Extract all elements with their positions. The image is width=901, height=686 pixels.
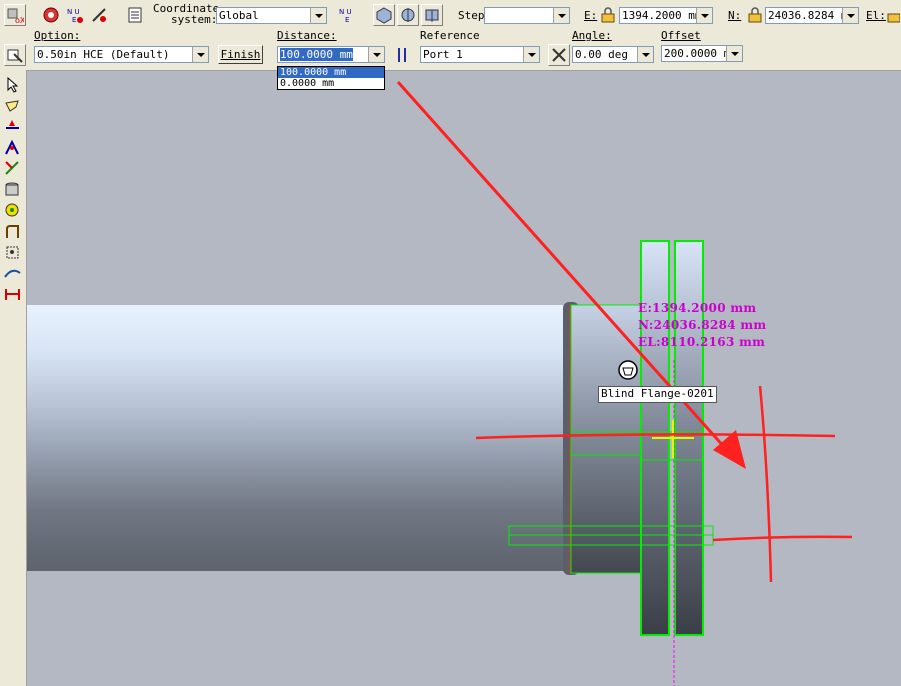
component-marker-icon xyxy=(618,360,638,380)
coord-el-readout: EL:8110.2163 mm xyxy=(638,335,766,349)
distance-option-1[interactable]: 100.0000 mm xyxy=(278,67,384,78)
viewport-graphics xyxy=(396,81,853,686)
coord-n-readout: N:24036.8284 mm xyxy=(638,318,767,332)
distance-dropdown-list[interactable]: 100.0000 mm 0.0000 mm xyxy=(277,66,385,90)
coord-e-readout: E:1394.2000 mm xyxy=(638,301,757,315)
component-tooltip: Blind Flange-0201 xyxy=(598,386,717,403)
distance-option-2[interactable]: 0.0000 mm xyxy=(278,78,384,89)
annotation-cross-2 xyxy=(712,535,853,542)
